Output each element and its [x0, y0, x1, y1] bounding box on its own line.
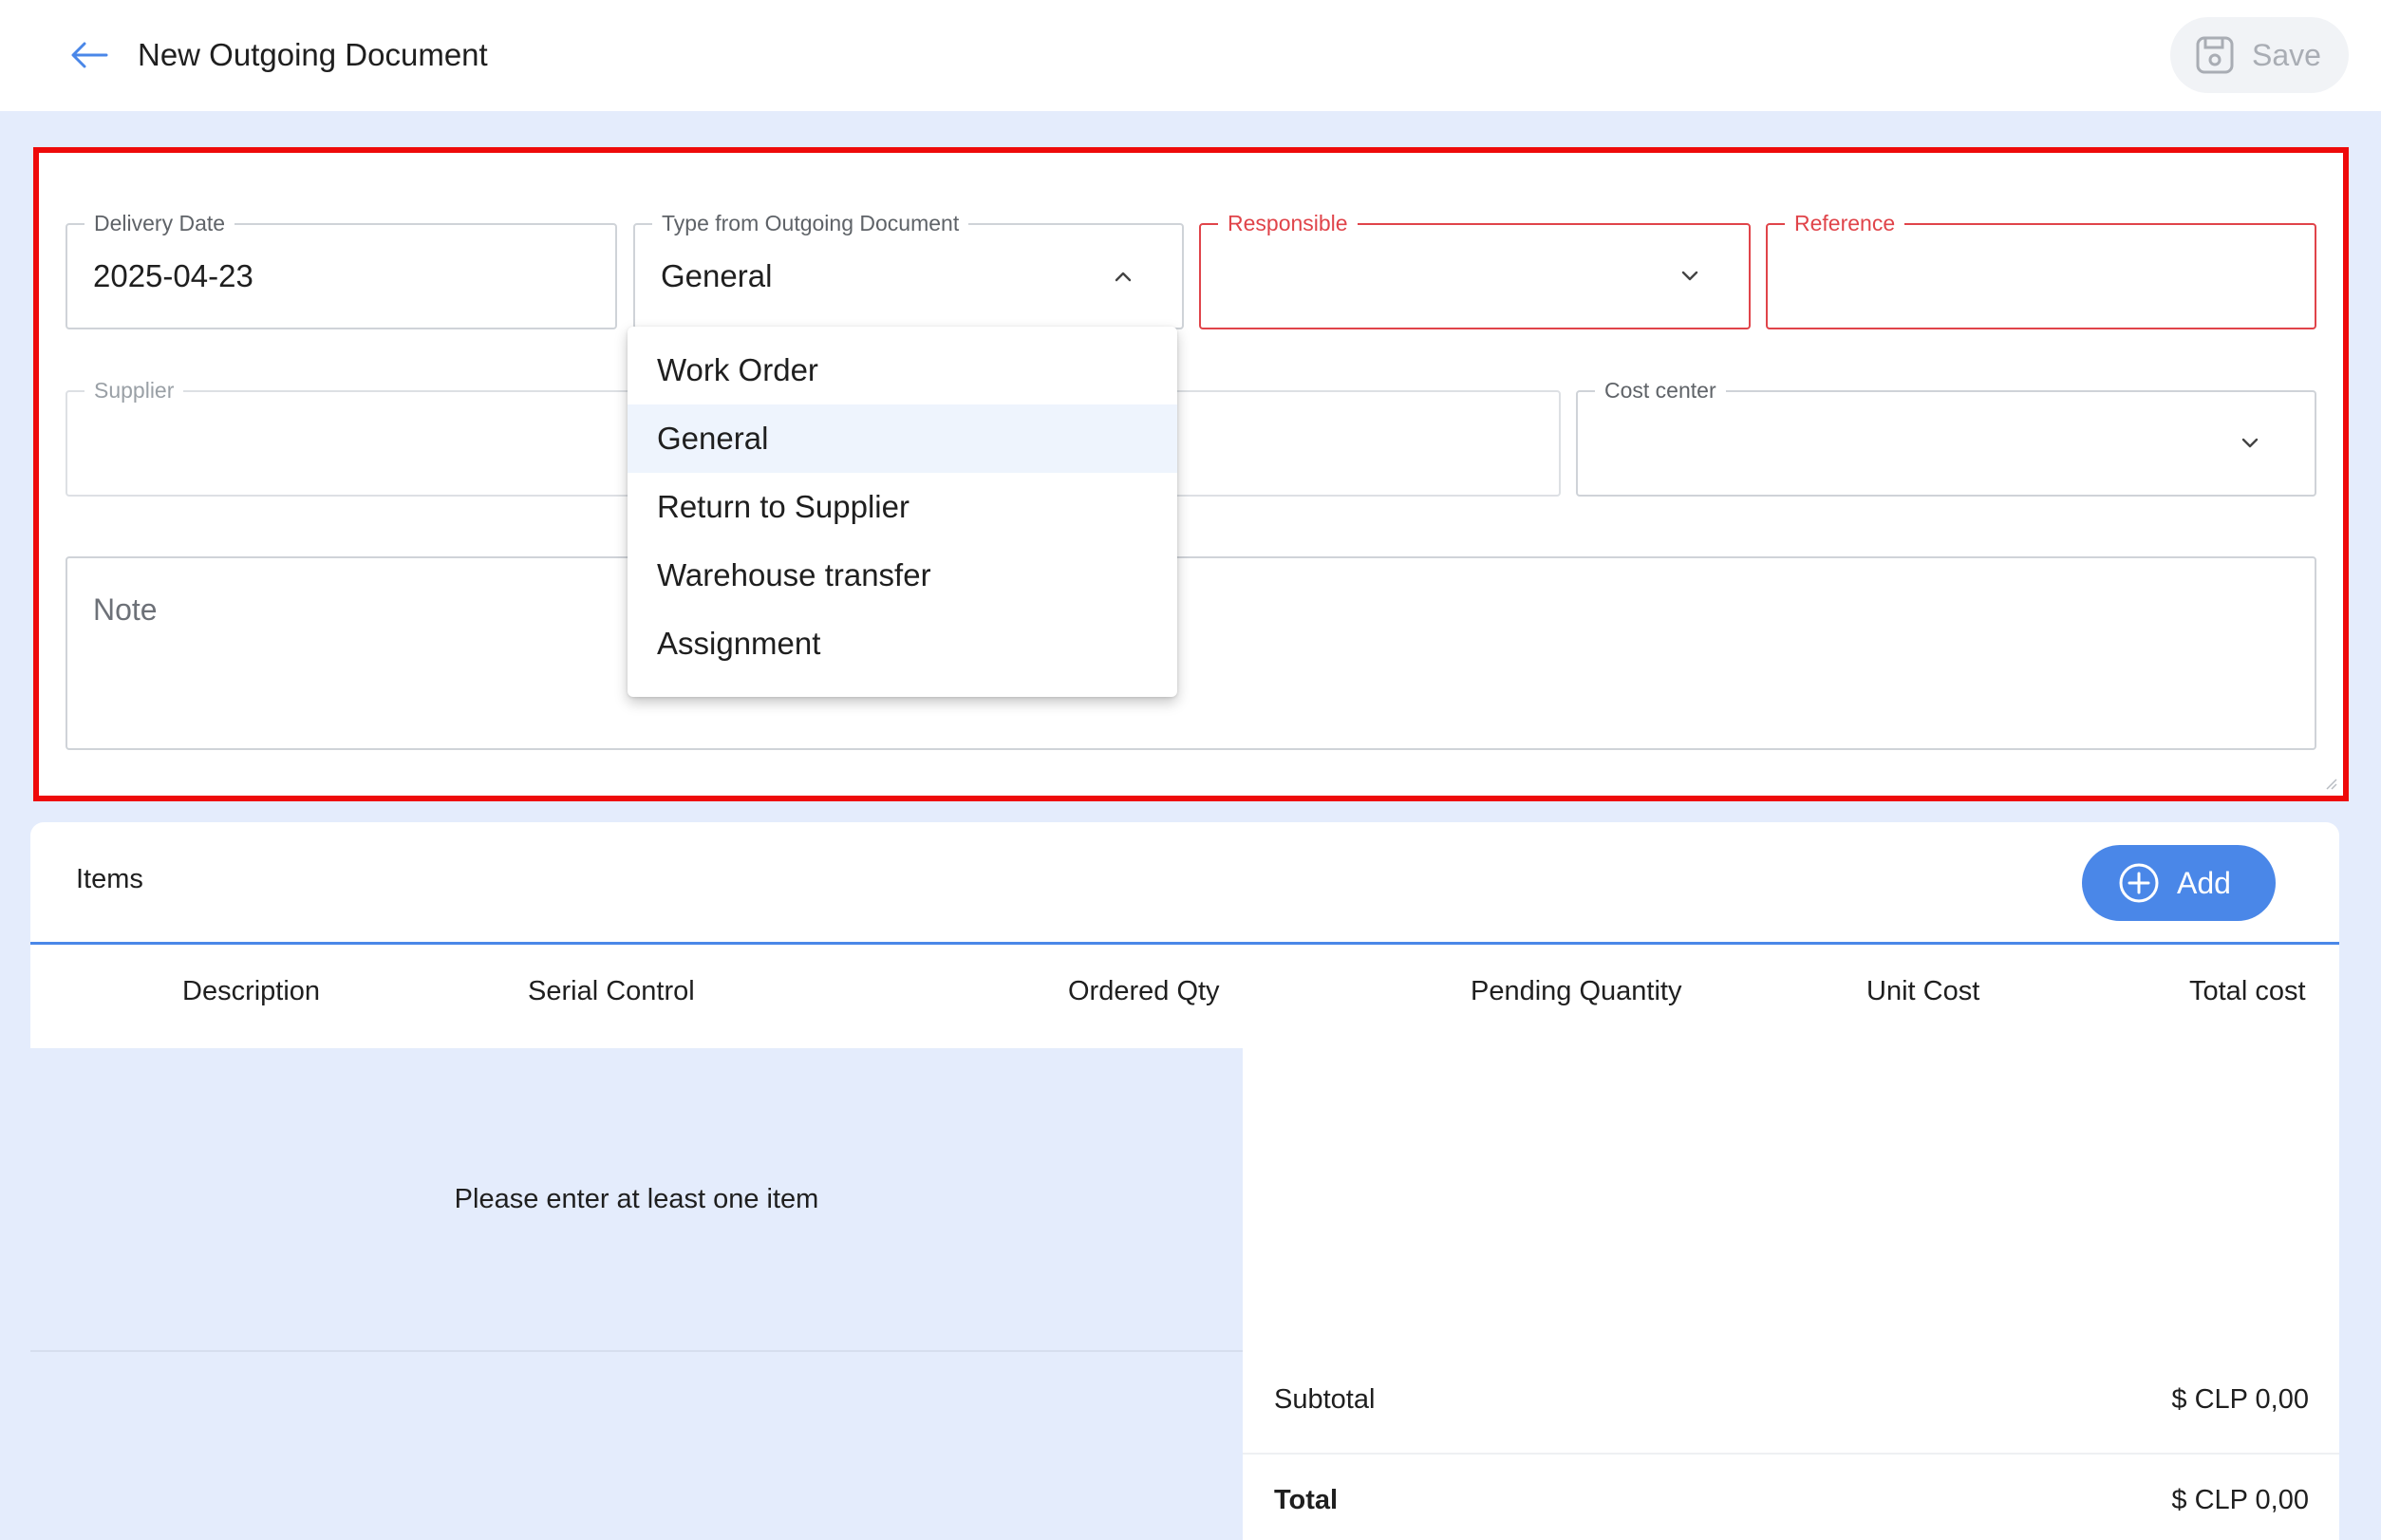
note-textarea[interactable]: Note: [66, 556, 2316, 750]
items-panel: Items Add Description Serial Control Ord…: [30, 822, 2339, 1540]
arrow-left-icon: [71, 42, 108, 68]
supplier-label: Supplier: [84, 376, 184, 404]
responsible-label: Responsible: [1218, 209, 1358, 237]
chevron-down-icon: [1678, 265, 1701, 288]
delivery-date-field[interactable]: Delivery Date 2025-04-23: [66, 209, 617, 329]
dropdown-option-general[interactable]: General: [628, 404, 1177, 473]
cost-center-label: Cost center: [1595, 376, 1726, 404]
delivery-date-value: 2025-04-23: [93, 258, 253, 293]
cost-center-select[interactable]: Cost center: [1576, 376, 2316, 497]
column-header-serial-control: Serial Control: [528, 976, 695, 1006]
add-item-button[interactable]: Add: [2082, 845, 2276, 921]
type-select[interactable]: Type from Outgoing Document General: [633, 209, 1184, 329]
items-divider: [30, 942, 2339, 945]
responsible-select[interactable]: Responsible: [1199, 209, 1751, 329]
divider: [1243, 1453, 2339, 1455]
save-button[interactable]: Save: [2170, 17, 2349, 93]
dropdown-option-assignment[interactable]: Assignment: [628, 610, 1177, 678]
dropdown-option-return-to-supplier[interactable]: Return to Supplier: [628, 473, 1177, 541]
chevron-down-icon: [2239, 432, 2261, 455]
items-title: Items: [76, 864, 143, 894]
column-header-total-cost: Total cost: [2189, 976, 2306, 1006]
dropdown-option-warehouse-transfer[interactable]: Warehouse transfer: [628, 541, 1177, 610]
type-value: General: [661, 258, 773, 293]
document-form: Delivery Date 2025-04-23 Type from Outgo…: [33, 147, 2349, 801]
add-button-label: Add: [2177, 865, 2231, 900]
dropdown-option-work-order[interactable]: Work Order: [628, 336, 1177, 404]
back-button[interactable]: [63, 32, 116, 78]
empty-items-message: Please enter at least one item: [454, 1183, 819, 1214]
column-header-description: Description: [182, 976, 321, 1006]
save-icon: [2196, 36, 2234, 74]
reference-label: Reference: [1785, 209, 1905, 237]
chevron-up-icon: [1112, 265, 1134, 288]
plus-circle-icon: [2119, 863, 2159, 903]
page-title: New Outgoing Document: [138, 37, 488, 72]
note-placeholder: Note: [93, 592, 158, 627]
subtotal-value: $ CLP 0,00: [2171, 1384, 2309, 1415]
type-dropdown-menu: Work Order General Return to Supplier Wa…: [628, 327, 1177, 697]
empty-items-area: Please enter at least one item: [30, 1048, 1243, 1540]
reference-field[interactable]: Reference: [1766, 209, 2316, 329]
save-button-label: Save: [2252, 37, 2321, 72]
column-header-ordered-qty: Ordered Qty: [1068, 976, 1220, 1006]
column-header-pending-quantity: Pending Quantity: [1471, 976, 1682, 1006]
total-value: $ CLP 0,00: [2171, 1485, 2309, 1515]
top-bar: New Outgoing Document Save: [0, 0, 2381, 111]
divider: [30, 1350, 1243, 1352]
subtotal-label: Subtotal: [1274, 1384, 1376, 1415]
column-header-unit-cost: Unit Cost: [1866, 976, 1980, 1006]
resize-grip-icon[interactable]: [2324, 777, 2337, 790]
total-label: Total: [1274, 1485, 1339, 1515]
